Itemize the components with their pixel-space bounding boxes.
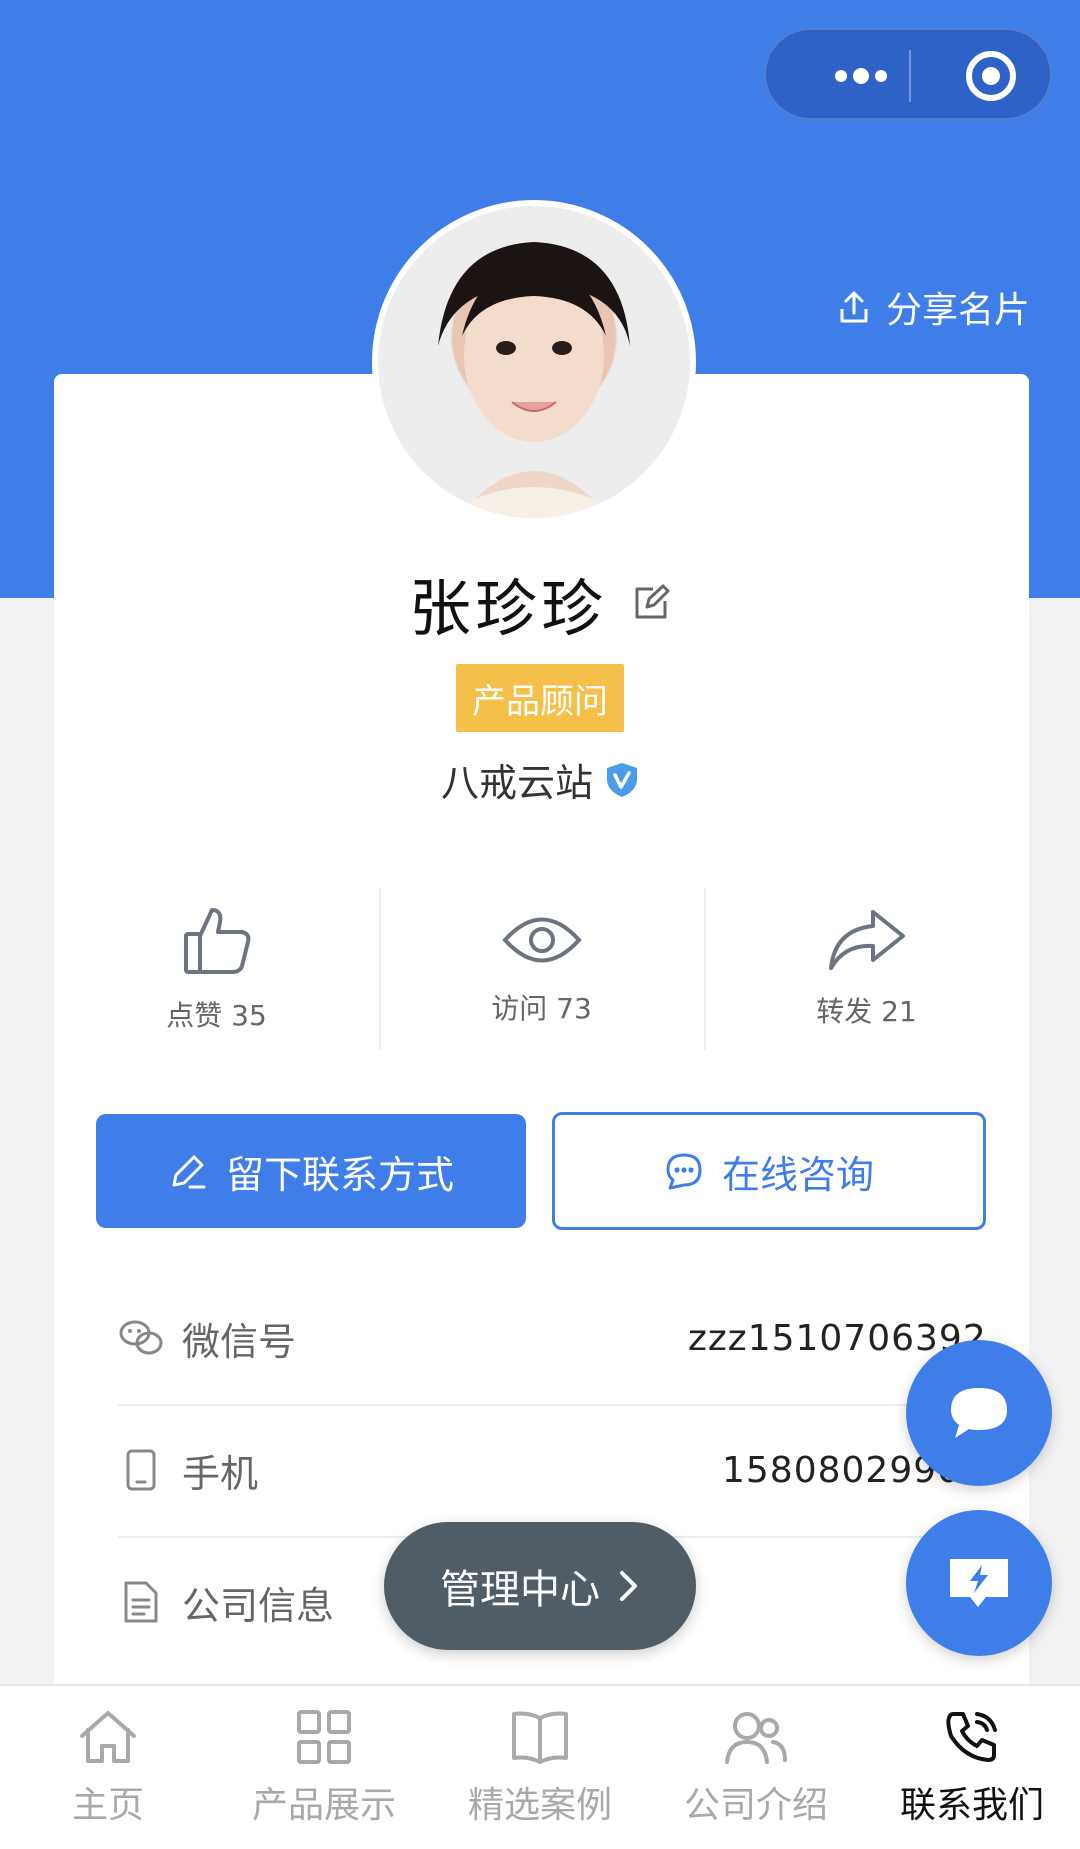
capsule-divider	[909, 50, 911, 102]
close-mini-program-button[interactable]	[946, 30, 1036, 122]
share-card-label: 分享名片	[886, 290, 1031, 331]
share-arrow-icon	[828, 910, 905, 970]
pencil-icon	[172, 1155, 206, 1189]
avatar-photo	[378, 206, 690, 518]
likes-stat[interactable]: 点赞 35	[54, 884, 379, 1054]
tab-contact-label: 联系我们	[899, 1784, 1044, 1826]
mini-program-capsule	[764, 28, 1052, 120]
quick-action-fab[interactable]	[906, 1510, 1052, 1656]
bottom-tab-bar: 主页 产品展示 精选案例 公司介绍 联系我们	[0, 1684, 1080, 1849]
tab-company[interactable]: 公司介绍	[648, 1686, 864, 1849]
visits-label: 访问 73	[491, 992, 592, 1025]
more-menu-button[interactable]	[806, 30, 916, 122]
target-icon	[966, 51, 1016, 101]
tab-company-label: 公司介绍	[683, 1784, 828, 1826]
tab-cases-label: 精选案例	[467, 1784, 612, 1826]
document-icon	[124, 1581, 158, 1623]
edit-icon[interactable]	[631, 583, 671, 623]
visits-stat[interactable]: 访问 73	[379, 884, 704, 1054]
phone-call-icon	[946, 1711, 997, 1762]
lightning-message-icon	[950, 1559, 1008, 1607]
company-row: 八戒云站	[0, 752, 1080, 807]
grid-icon	[297, 1709, 351, 1764]
people-icon	[725, 1711, 787, 1764]
tab-products[interactable]: 产品展示	[216, 1686, 432, 1849]
eye-icon	[501, 917, 582, 963]
phone-row[interactable]: 手机 15808029907	[118, 1404, 1028, 1538]
wechat-label: 微信号	[182, 1319, 297, 1364]
online-consult-label: 在线咨询	[721, 1152, 874, 1197]
title-badge: 产品顾问	[456, 664, 624, 732]
chat-fab[interactable]	[906, 1340, 1052, 1486]
home-icon	[80, 1710, 136, 1763]
stats-bar: 点赞 35 访问 73 转发 21	[54, 884, 1029, 1054]
more-dots-icon	[835, 68, 887, 84]
tab-home-label: 主页	[71, 1784, 144, 1826]
online-consult-button[interactable]: 在线咨询	[552, 1112, 986, 1230]
tab-products-label: 产品展示	[251, 1784, 396, 1826]
person-name: 张珍珍	[408, 572, 607, 645]
phone-icon	[126, 1449, 156, 1491]
chat-bubble-icon	[666, 1153, 702, 1190]
thumbs-up-icon	[183, 908, 250, 974]
message-bubble-icon	[951, 1388, 1007, 1438]
company-info-label: 公司信息	[182, 1583, 335, 1628]
shares-stat[interactable]: 转发 21	[704, 884, 1029, 1054]
wechat-icon	[119, 1320, 163, 1355]
tab-cases[interactable]: 精选案例	[432, 1686, 648, 1849]
tab-home[interactable]: 主页	[0, 1686, 216, 1849]
name-row: 张珍珍	[0, 558, 1080, 648]
verified-shield-icon	[607, 762, 637, 797]
avatar[interactable]	[372, 200, 696, 524]
leave-contact-button[interactable]: 留下联系方式	[96, 1114, 526, 1228]
wechat-row[interactable]: 微信号 zzz1510706392	[118, 1272, 1028, 1406]
phone-label: 手机	[182, 1451, 259, 1496]
chevron-right-icon	[620, 1571, 637, 1601]
book-icon	[512, 1711, 568, 1764]
management-center-label: 管理中心	[440, 1567, 600, 1613]
shares-label: 转发 21	[816, 995, 917, 1028]
likes-label: 点赞 35	[166, 999, 267, 1032]
tab-contact[interactable]: 联系我们	[864, 1686, 1080, 1849]
management-center-button[interactable]: 管理中心	[384, 1522, 696, 1650]
share-card-button[interactable]: 分享名片	[836, 282, 1030, 332]
upload-share-icon	[840, 291, 868, 323]
company-name: 八戒云站	[440, 761, 593, 805]
leave-contact-label: 留下联系方式	[225, 1152, 454, 1197]
